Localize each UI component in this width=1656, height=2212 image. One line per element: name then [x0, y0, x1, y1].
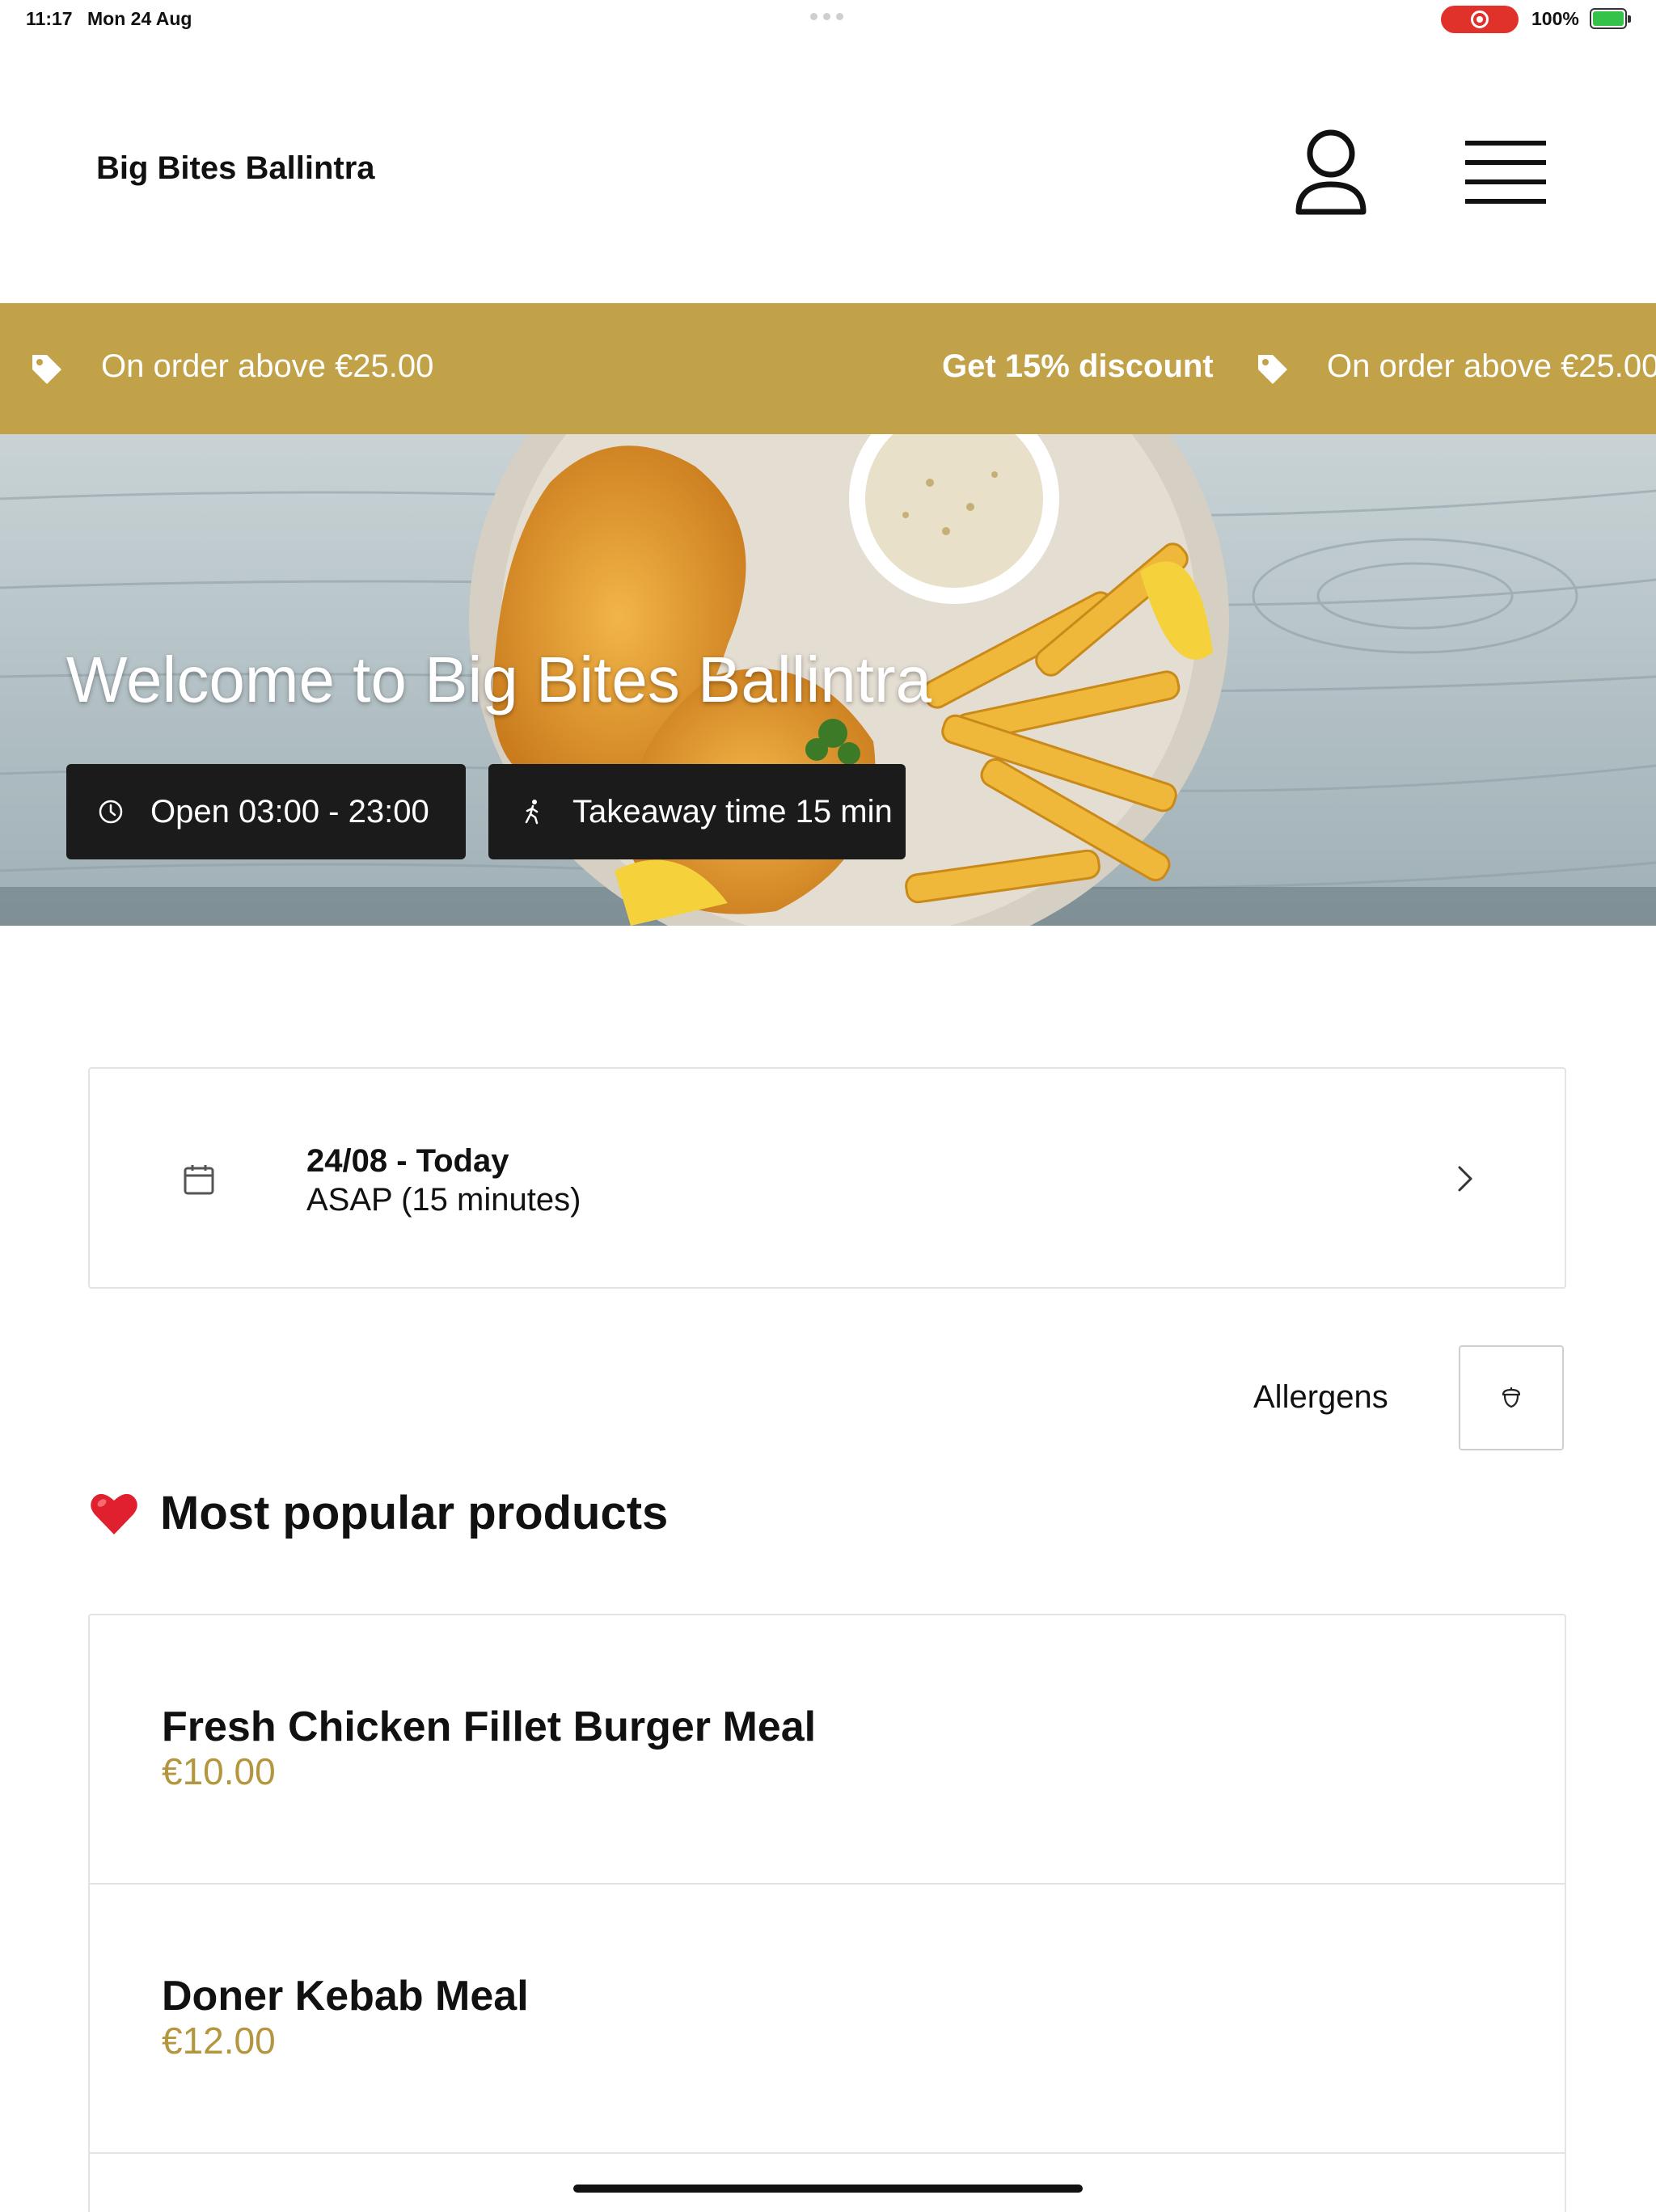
clock-icon: [99, 800, 123, 824]
product-price: €12.00: [162, 2020, 276, 2062]
hero-title: Welcome to Big Bites Ballintra: [66, 644, 932, 716]
popular-products-list: Fresh Chicken Fillet Burger Meal €10.00 …: [88, 1614, 1566, 2212]
promo-banner: On order above €25.00 Get 15% discount O…: [0, 303, 1656, 434]
product-card[interactable]: Fresh Chicken Fillet Burger Meal €10.00: [90, 1615, 1565, 1885]
product-price: €10.00: [162, 1750, 276, 1792]
screen-recording-indicator[interactable]: [1441, 6, 1519, 33]
site-header: Big Bites Ballintra: [0, 39, 1656, 303]
account-button[interactable]: [1291, 125, 1371, 222]
heart-icon: [91, 1493, 137, 1534]
chevron-right-icon: [1458, 1166, 1472, 1192]
allergens-button[interactable]: [1459, 1345, 1564, 1450]
status-time: 11:17: [26, 8, 73, 29]
promo-min-order: On order above €25.00: [101, 348, 434, 384]
promo-min-order-repeat: On order above €25.00: [1327, 348, 1656, 384]
product-name: Doner Kebab Meal: [162, 1973, 529, 2020]
battery-icon: [1590, 8, 1631, 29]
product-card[interactable]: Doner Kebab Meal €12.00: [90, 1885, 1565, 2154]
acorn-icon: [1502, 1387, 1521, 1408]
takeaway-time-text: Takeaway time 15 min: [572, 793, 893, 830]
status-bar: 11:17 Mon 24 Aug 100%: [0, 0, 1656, 39]
status-date: Mon 24 Aug: [87, 8, 192, 29]
takeaway-time-badge: Takeaway time 15 min: [488, 764, 906, 859]
calendar-icon: [184, 1165, 214, 1195]
menu-button[interactable]: [1460, 136, 1551, 209]
tag-icon: [1258, 355, 1287, 384]
opening-hours-badge: Open 03:00 - 23:00: [66, 764, 466, 859]
popular-products-title: Most popular products: [160, 1487, 669, 1539]
order-date: 24/08 - Today: [306, 1143, 509, 1179]
home-indicator[interactable]: [573, 2185, 1083, 2193]
allergens-label: Allergens: [1253, 1379, 1388, 1415]
order-time-selector[interactable]: 24/08 - Today ASAP (15 minutes): [88, 1067, 1566, 1289]
brand-name[interactable]: Big Bites Ballintra: [96, 150, 375, 187]
walking-icon: [525, 800, 539, 825]
battery-percentage: 100%: [1531, 8, 1579, 29]
order-time: ASAP (15 minutes): [306, 1182, 581, 1218]
product-name: Fresh Chicken Fillet Burger Meal: [162, 1703, 817, 1750]
promo-discount: Get 15% discount: [942, 348, 1214, 384]
opening-hours-text: Open 03:00 - 23:00: [150, 793, 429, 830]
hero-banner: Welcome to Big Bites Ballintra Open 03:0…: [0, 434, 1656, 926]
multitasking-dots[interactable]: [810, 13, 843, 20]
popular-products-heading: Most popular products: [89, 1486, 668, 1540]
hamburger-menu-icon: [1465, 141, 1546, 204]
user-icon: [1295, 129, 1367, 215]
tag-icon: [32, 355, 61, 384]
